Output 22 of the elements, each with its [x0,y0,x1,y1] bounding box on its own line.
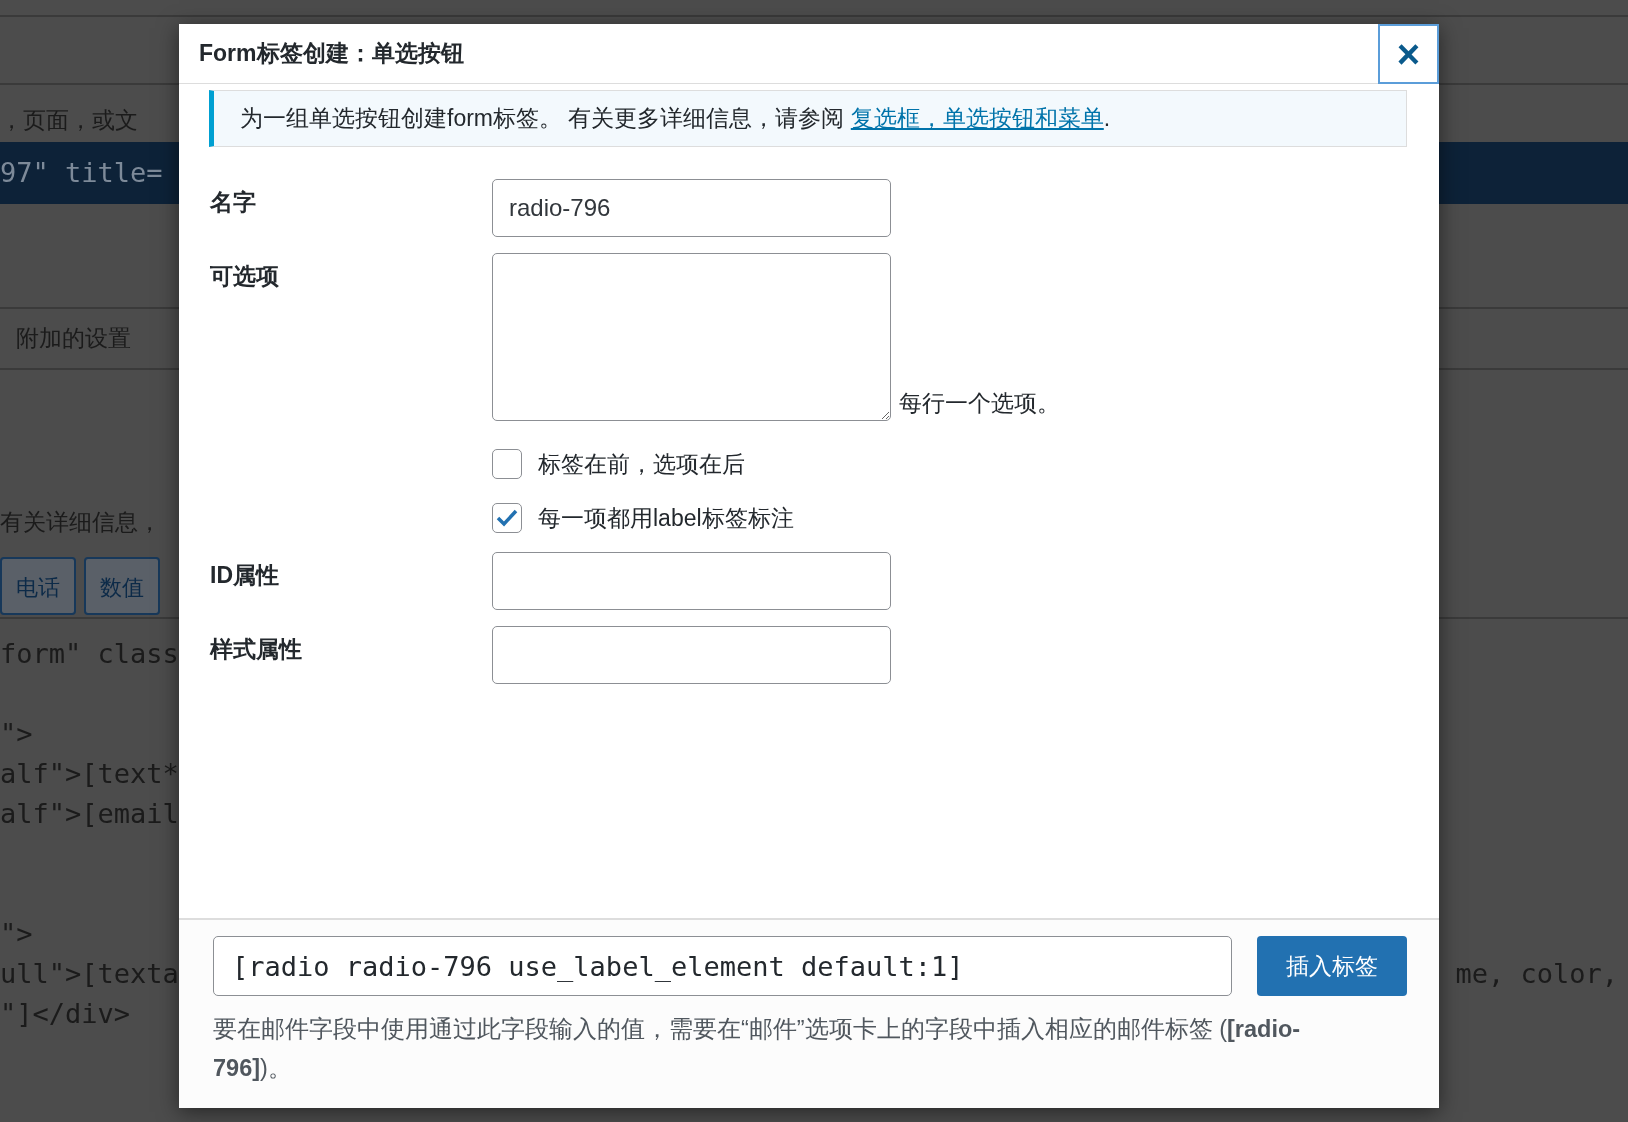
mail-tag-hint: 要在邮件字段中使用通过此字段输入的值，需要在“邮件”选项卡上的字段中插入相应的邮件标签 ([radio-796])。 [213,1015,1302,1083]
field-label: 名字 [210,187,257,217]
field-label: 可选项 [210,261,280,291]
code-text: "> [0,717,33,751]
checkbox[interactable] [492,448,522,479]
text-input[interactable] [492,551,891,610]
checkbox-label: 每一项都用label标签标注 [538,504,794,533]
close-button[interactable]: × [1378,23,1439,84]
text-input[interactable]: radio-796 [492,178,891,237]
tag-code-field[interactable]: [radio radio-796 use_label_element default:1] [213,936,1232,996]
checkbox[interactable] [492,503,522,534]
dialog-title: Form标签创建：单选按钮 [199,39,464,69]
help-link[interactable]: 复选框，单选按钮和菜单 [850,105,1104,131]
field-label: ID属性 [210,560,280,590]
checkbox-label: 标签在前，选项在后 [538,449,745,479]
info-notice: 为一组单选按钮创建form标签。 有关更多详细信息，请参阅 复选框，单选按钮和菜单. [209,90,1407,147]
field-label: 样式属性 [210,634,303,664]
code-text: 97" title= [0,156,163,190]
text-input[interactable] [492,625,891,684]
help-text: 每行一个选项。 [899,389,1060,418]
insert-tag-button[interactable]: 插入标签 [1257,936,1407,996]
code-text: "> [0,917,33,951]
